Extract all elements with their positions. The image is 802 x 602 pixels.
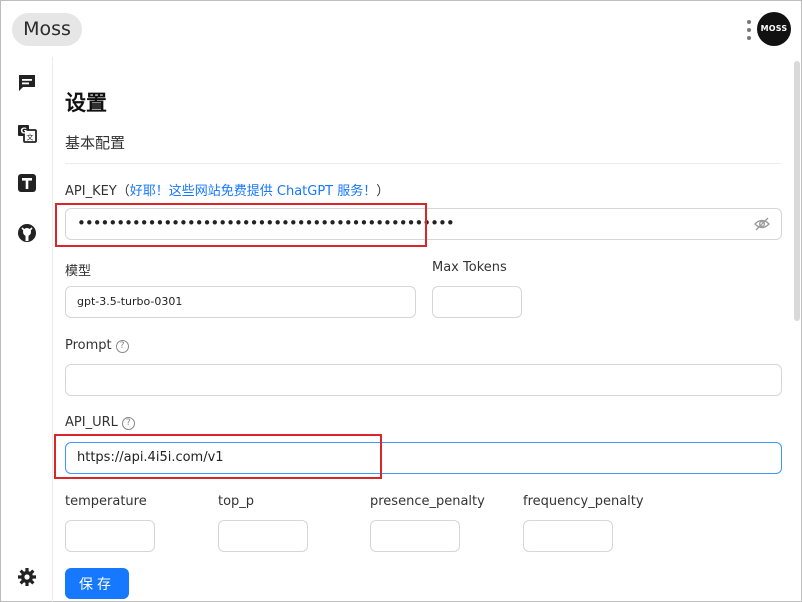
text-icon[interactable] (16, 172, 38, 194)
api-url-label: API_URL? (65, 415, 135, 430)
scrollbar[interactable] (794, 61, 800, 321)
max-tokens-label: Max Tokens (432, 260, 507, 275)
help-icon[interactable]: ? (121, 417, 135, 430)
top-p-input[interactable] (218, 520, 308, 552)
frequency-penalty-label: frequency_penalty (523, 494, 644, 509)
help-icon[interactable]: ? (115, 340, 129, 353)
free-services-link[interactable]: 好耶！这些网站免费提供 ChatGPT 服务！ (130, 184, 377, 199)
app-logo[interactable]: Moss (12, 13, 82, 46)
model-label: 模型 (65, 264, 92, 279)
model-select[interactable]: gpt-3.5-turbo-0301 (65, 286, 416, 318)
sidebar-divider (52, 57, 53, 602)
api-url-input[interactable]: https://api.4i5i.com/v1 (65, 442, 782, 474)
api-key-input[interactable]: ••••••••••••••••••••••••••••••••••••••••… (65, 208, 782, 240)
temperature-input[interactable] (65, 520, 155, 552)
prompt-input[interactable] (65, 364, 782, 396)
frequency-penalty-input[interactable] (523, 520, 613, 552)
presence-penalty-input[interactable] (370, 520, 460, 552)
avatar[interactable]: MOSS (757, 12, 791, 46)
app-window: Moss MOSS G文 设置 基本配置 API_KEY（好耶！这些网站免费提供… (0, 0, 802, 602)
more-menu-icon[interactable] (743, 18, 755, 42)
svg-text:文: 文 (27, 133, 34, 142)
max-tokens-input[interactable] (432, 286, 522, 318)
temperature-label: temperature (65, 494, 147, 509)
top-p-label: top_p (218, 494, 255, 509)
prompt-label: Prompt? (65, 338, 129, 353)
chat-icon[interactable] (16, 72, 38, 94)
section-divider (65, 163, 781, 164)
presence-penalty-label: presence_penalty (370, 494, 485, 509)
github-icon[interactable] (16, 222, 38, 244)
eye-off-icon[interactable] (754, 216, 770, 232)
translate-icon[interactable]: G文 (16, 122, 38, 144)
gear-icon[interactable] (16, 566, 38, 588)
save-button[interactable]: 保存 (65, 568, 129, 599)
section-title: 基本配置 (65, 134, 126, 152)
api-key-label: API_KEY（好耶！这些网站免费提供 ChatGPT 服务！） (65, 184, 390, 199)
page-title: 设置 (65, 91, 107, 115)
